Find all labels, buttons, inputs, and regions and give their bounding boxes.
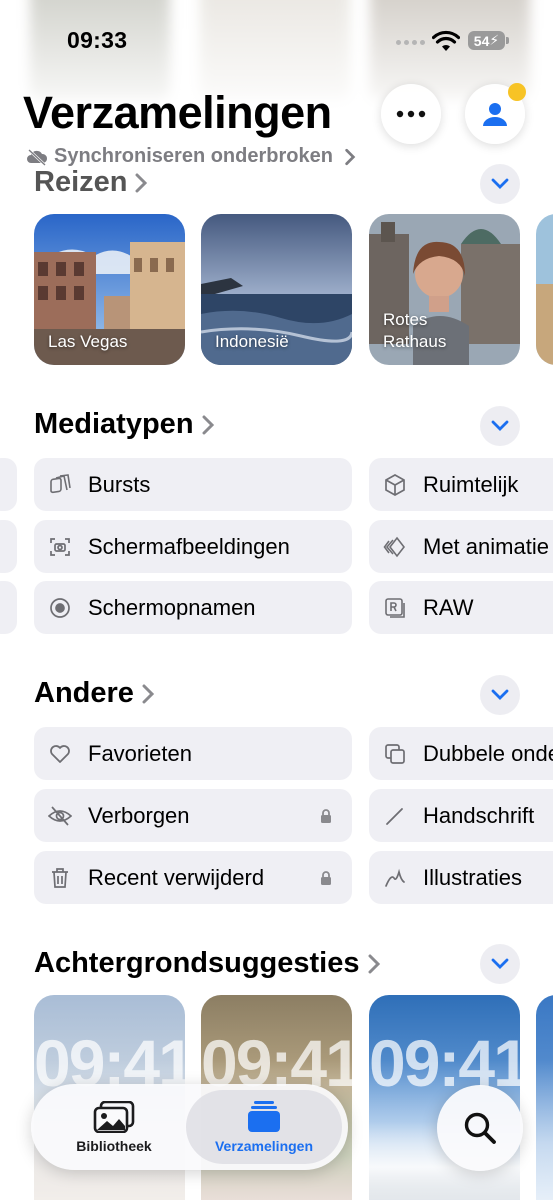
album-illustrations[interactable]: Illustraties xyxy=(369,851,553,904)
lock-icon xyxy=(321,809,331,823)
travel-card[interactable]: Las Vegas xyxy=(34,214,185,365)
sync-status-label: Synchroniseren onderbroken xyxy=(54,145,333,167)
status-bar: 09:33 54 ⚡ xyxy=(0,0,553,80)
pill-label: Verborgen xyxy=(88,803,190,828)
album-favorites[interactable]: Favorieten xyxy=(34,727,352,780)
wifi-icon xyxy=(432,30,460,51)
section-title-mediatypen[interactable]: Mediatypen xyxy=(34,408,215,441)
lock-icon xyxy=(321,871,331,885)
pencil-icon xyxy=(386,808,403,825)
chevron-right-icon xyxy=(135,173,148,192)
chevron-down-icon xyxy=(491,420,509,431)
collapse-andere-button[interactable] xyxy=(480,675,520,715)
partial-pill[interactable] xyxy=(0,458,17,511)
photo-library-icon xyxy=(93,1100,135,1133)
collections-icon xyxy=(248,1100,280,1132)
card-label: Indonesië xyxy=(215,332,289,351)
pill-label: Bursts xyxy=(88,472,151,497)
notification-badge xyxy=(508,83,526,101)
tab-label: Verzamelingen xyxy=(214,1137,314,1154)
trash-icon xyxy=(52,868,68,888)
media-type-ruimtelijk[interactable]: Ruimtelijk xyxy=(369,458,553,511)
pill-label: Dubbele onderdelen xyxy=(423,741,553,766)
hidden-icon xyxy=(48,806,72,826)
section-title-achtergrond[interactable]: Achtergrondsuggesties xyxy=(34,947,381,980)
collapse-achtergrond-button[interactable] xyxy=(480,944,520,984)
partial-pill[interactable] xyxy=(0,520,17,573)
pill-label: Illustraties xyxy=(423,865,523,890)
chevron-right-icon xyxy=(345,148,356,165)
pill-label: Schermafbeeldingen xyxy=(88,534,290,559)
chevron-right-icon xyxy=(368,954,380,973)
section-title-reizen[interactable]: Reizen xyxy=(34,166,148,199)
section-title-label: Achtergrondsuggesties xyxy=(34,947,360,979)
screen-recording-icon xyxy=(50,598,70,618)
album-hidden[interactable]: Verborgen xyxy=(34,789,352,842)
travel-card-partial[interactable] xyxy=(536,214,553,365)
section-title-label: Andere xyxy=(34,677,134,709)
section-title-label: Reizen xyxy=(34,166,128,198)
album-recently-deleted[interactable]: Recent verwijderd xyxy=(34,851,352,904)
battery-icon: 54 ⚡ xyxy=(468,31,505,50)
bursts-icon xyxy=(50,474,71,494)
section-title-label: Mediatypen xyxy=(34,408,194,440)
search-button[interactable] xyxy=(437,1085,523,1171)
media-type-animated[interactable]: Met animatie xyxy=(369,520,553,573)
pill-label: Recent verwijderd xyxy=(88,865,265,890)
sync-status-link[interactable]: Synchroniseren onderbroken xyxy=(26,145,361,168)
chevron-down-icon xyxy=(491,689,509,700)
illustration-icon xyxy=(385,868,405,887)
person-icon xyxy=(483,103,507,126)
cube-icon xyxy=(385,474,405,496)
travel-card[interactable]: Indonesië xyxy=(201,214,352,365)
page-title: Verzamelingen xyxy=(23,87,332,138)
battery-level: 54 xyxy=(473,32,490,49)
signal-icon xyxy=(396,40,425,45)
chevron-down-icon xyxy=(491,178,509,189)
pill-label: Ruimtelijk xyxy=(423,472,519,497)
collapse-reizen-button[interactable] xyxy=(480,164,520,204)
tab-label: Bibliotheek xyxy=(76,1137,152,1154)
pill-label: Handschrift xyxy=(423,803,535,828)
tab-bar: Bibliotheek Verzamelingen xyxy=(31,1084,348,1170)
travel-card[interactable]: Rotes Rathaus xyxy=(369,214,520,365)
cloud-off-icon xyxy=(27,148,48,166)
pill-label: Favorieten xyxy=(88,741,192,766)
media-type-raw[interactable]: RAW xyxy=(369,581,553,634)
status-time: 09:33 xyxy=(67,27,128,53)
pill-label: Met animatie xyxy=(423,534,549,559)
media-type-screen-recordings[interactable]: Schermopnamen xyxy=(34,581,352,634)
animated-icon xyxy=(383,536,406,558)
raw-icon xyxy=(385,598,405,618)
partial-pill[interactable] xyxy=(0,581,17,634)
section-title-andere[interactable]: Andere xyxy=(34,677,155,710)
album-handwriting[interactable]: Handschrift xyxy=(369,789,553,842)
chevron-right-icon xyxy=(202,415,214,434)
media-type-screenshots[interactable]: Schermafbeeldingen xyxy=(34,520,352,573)
pill-label: Schermopnamen xyxy=(88,595,256,620)
chevron-right-icon xyxy=(142,684,155,703)
more-button[interactable] xyxy=(381,84,441,144)
tab-library[interactable]: Bibliotheek xyxy=(39,1090,189,1164)
duplicate-icon xyxy=(385,744,405,764)
card-label: Rotes Rathaus xyxy=(383,310,447,351)
ellipsis-icon xyxy=(396,110,426,118)
screenshot-icon xyxy=(50,538,70,556)
pill-label: RAW xyxy=(423,595,474,620)
album-duplicates[interactable]: Dubbele onderdelen xyxy=(369,727,553,780)
chevron-down-icon xyxy=(491,958,509,969)
heart-icon xyxy=(50,745,70,763)
tab-collections[interactable]: Verzamelingen xyxy=(186,1090,342,1164)
search-icon xyxy=(464,1112,496,1144)
media-type-bursts[interactable]: Bursts xyxy=(34,458,352,511)
card-label: Las Vegas xyxy=(48,332,128,351)
collapse-mediatypen-button[interactable] xyxy=(480,406,520,446)
